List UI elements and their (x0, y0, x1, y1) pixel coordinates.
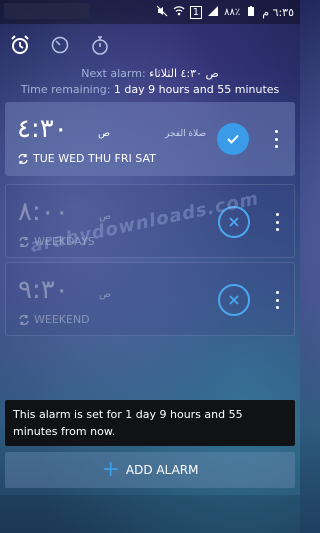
tab-bar (0, 28, 300, 62)
next-alarm-row: Next alarm: ص ٤:٣٠ الثلاثاء (0, 66, 300, 82)
battery-icon (245, 5, 257, 20)
wifi-icon (173, 5, 185, 20)
stopwatch-icon (92, 36, 108, 55)
alarm-toggle[interactable] (218, 206, 250, 238)
more-options-icon[interactable] (273, 130, 279, 148)
battery-percent: ٨٨٪ (224, 6, 241, 18)
status-notifications-blurred (4, 3, 90, 19)
repeat-icon (19, 314, 29, 326)
signal-icon (207, 5, 219, 20)
alarm-days: WEEKEND (34, 313, 90, 326)
alarm-time: ٤:٣٠ (17, 114, 68, 144)
alarm-time: ٩:٣٠ (18, 275, 69, 305)
mute-icon (156, 5, 168, 20)
more-options-icon[interactable] (274, 213, 280, 231)
alarm-toggle[interactable] (218, 284, 250, 316)
alarm-card[interactable]: ٨:٠٠ ص WEEKDAYS (5, 184, 295, 258)
alarm-clock-icon (11, 35, 29, 54)
close-icon (229, 217, 239, 227)
add-alarm-label: ADD ALARM (125, 463, 199, 477)
alarm-days: WEEKDAYS (34, 235, 95, 248)
status-time: ٦:٣٥ م (262, 5, 294, 19)
more-options-icon[interactable] (274, 291, 280, 309)
next-alarm-label: Next alarm: (81, 67, 146, 80)
plus-icon: + (101, 457, 120, 482)
alarm-ampm: ص (98, 128, 111, 139)
alarm-toggle[interactable] (217, 123, 249, 155)
alarm-label: صلاة الفجر (165, 129, 207, 139)
next-alarm-value: ص ٤:٣٠ الثلاثاء (149, 67, 219, 80)
time-remaining-label: Time remaining: (20, 83, 111, 96)
tab-alarm[interactable] (8, 33, 32, 57)
check-icon (227, 134, 239, 144)
alarm-card[interactable]: ٤:٣٠ ص صلاة الفجر TUE WED THU FRI SAT (5, 102, 295, 176)
sim-icon: 1 (189, 5, 203, 19)
time-remaining-value: 1 day 9 hours and 55 minutes (113, 83, 280, 96)
next-alarm-info: Next alarm: ص ٤:٣٠ الثلاثاء Time remaini… (0, 66, 300, 98)
alarm-card[interactable]: ٩:٣٠ ص WEEKEND (5, 262, 295, 336)
repeat-icon (19, 236, 29, 248)
toast-message: This alarm is set for 1 day 9 hours and … (5, 400, 295, 446)
add-alarm-button[interactable]: + ADD ALARM (5, 452, 295, 488)
alarm-ampm: ص (99, 289, 112, 300)
navigation-bar (0, 495, 300, 533)
timer-icon (51, 36, 69, 54)
status-bar: 1 ٨٨٪ ٦:٣٥ م (0, 0, 300, 24)
alarm-time: ٨:٠٠ (18, 197, 69, 227)
alarm-days: TUE WED THU FRI SAT (33, 152, 156, 165)
tab-timer[interactable] (48, 33, 72, 57)
repeat-icon (18, 153, 28, 165)
close-icon (229, 295, 239, 305)
time-remaining-row: Time remaining: 1 day 9 hours and 55 min… (0, 82, 300, 98)
tab-stopwatch[interactable] (88, 33, 112, 57)
alarm-ampm: ص (99, 211, 112, 222)
